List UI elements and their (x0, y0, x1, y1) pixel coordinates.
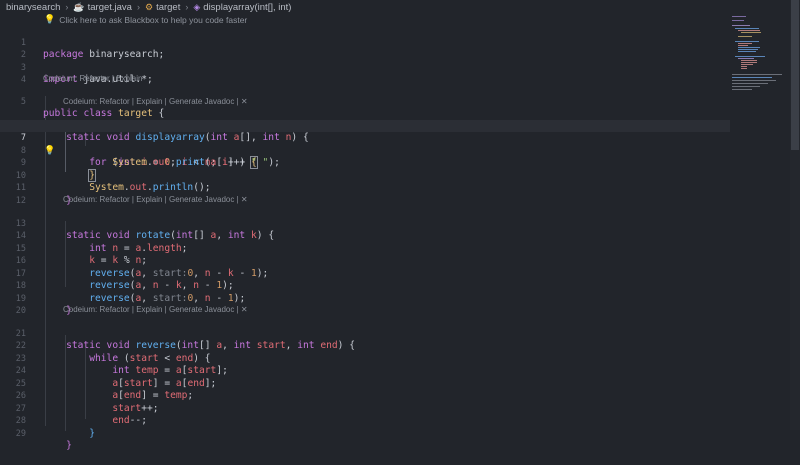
minimap-line (732, 77, 772, 78)
breadcrumb: binarysearch › ☕ target.java › ⚙ target › … (0, 0, 796, 14)
code-line[interactable]: 5 public class target { (0, 83, 730, 120)
minimap-line (738, 43, 752, 44)
minimap-line (738, 45, 748, 46)
token-punct: } (89, 427, 95, 439)
code-line[interactable]: 26 start++; (0, 378, 730, 414)
breadcrumb-folder[interactable]: binarysearch (6, 2, 60, 13)
minimap-line (738, 36, 752, 37)
minimap-line (741, 62, 757, 63)
code-line[interactable]: 15 k = k % n; (0, 230, 730, 267)
code-line[interactable]: 22 while (start < end) { (0, 328, 730, 364)
method-icon: ◈ (193, 1, 201, 12)
breadcrumb-method[interactable]: ◈ displayarray(int[], int) (193, 2, 291, 13)
breadcrumb-separator-icon: › (136, 2, 140, 12)
code-line[interactable]: 23 int temp = a[start]; (0, 340, 730, 377)
breadcrumb-separator-icon: › (65, 2, 69, 12)
minimap-line (735, 28, 759, 29)
minimap-line (738, 30, 760, 31)
code-line[interactable]: 27 end--; (0, 390, 730, 427)
code-line-current[interactable]: 7 💡 for (int i = 0; i < n; i++) { (0, 119, 730, 169)
breadcrumb-class[interactable]: ⚙ target (145, 2, 180, 13)
minimap-line (732, 86, 760, 87)
minimap-line (741, 64, 753, 65)
minimap-line (732, 25, 750, 26)
minimap-line (741, 66, 747, 67)
minimap-line (732, 74, 782, 75)
minimap-line (738, 47, 760, 48)
minimap-line (732, 16, 746, 17)
code-line[interactable]: 2 (0, 37, 730, 60)
code-line[interactable]: 28 } (0, 403, 730, 439)
codelens-displayarray[interactable]: Codeium: Refactor | Explain | Generate J… (63, 96, 248, 107)
code-line[interactable]: 11 } (0, 170, 730, 206)
code-line[interactable]: 9 } (0, 145, 730, 182)
code-line[interactable]: 16 reverse(a, start:0, n - k - 1); (0, 243, 730, 279)
minimap-line (732, 89, 752, 90)
code-line[interactable]: 18 reverse(a, start:0, n - 1); (0, 268, 730, 304)
minimap-line (735, 41, 759, 42)
minimap-line (741, 32, 761, 33)
minimap-line (732, 83, 768, 84)
code-line[interactable]: 29 } (0, 415, 730, 452)
java-file-icon: ☕ (73, 1, 85, 12)
code-line[interactable]: 24 a[start] = a[end]; (0, 353, 730, 389)
minimap-line (741, 68, 747, 69)
minimap-line (732, 20, 744, 21)
code-line[interactable]: 6 static void displayarray(int a[], int … (0, 107, 730, 144)
minimap-line (732, 80, 776, 81)
code-line[interactable]: 17 reverse(a, n - k, n - 1); (0, 255, 730, 292)
line-number: 29 (15, 428, 26, 439)
minimap-line (735, 56, 765, 57)
code-line[interactable]: 10 System.out.println(); (0, 157, 730, 194)
breadcrumb-separator-icon: › (185, 2, 189, 12)
minimap-line (741, 60, 757, 61)
token-punct: } (66, 440, 72, 451)
code-line[interactable]: 1 package binarysearch; (0, 24, 730, 61)
code-line[interactable]: 19 } (0, 280, 730, 317)
minimap-line (738, 58, 754, 59)
code-line[interactable]: 13 static void rotate(int[] a, int k) { (0, 205, 730, 242)
code-line[interactable]: 8 System.out.print(a[i] + " "); (0, 132, 730, 169)
codelens-reverse[interactable]: Codeium: Refactor | Explain | Generate J… (63, 304, 248, 315)
scrollbar-thumb[interactable] (791, 0, 799, 150)
code-line[interactable]: 3 import java.util.*; (0, 49, 730, 86)
minimap-line (738, 49, 758, 50)
minimap-line (738, 51, 756, 52)
breadcrumb-file[interactable]: ☕ target.java (73, 2, 132, 13)
code-editor[interactable]: 1 package binarysearch; 2 3 import java.… (0, 24, 790, 452)
code-line[interactable]: 21 static void reverse(int[] a, int star… (0, 315, 730, 352)
minimap[interactable] (730, 14, 786, 104)
code-line[interactable]: 25 a[end] = temp; (0, 365, 730, 402)
code-line[interactable]: 12 (0, 182, 730, 206)
codelens-rotate[interactable]: Codeium: Refactor | Explain | Generate J… (63, 194, 248, 205)
code-line[interactable]: 14 int n = a.length; (0, 218, 730, 254)
class-icon: ⚙ (144, 1, 154, 12)
